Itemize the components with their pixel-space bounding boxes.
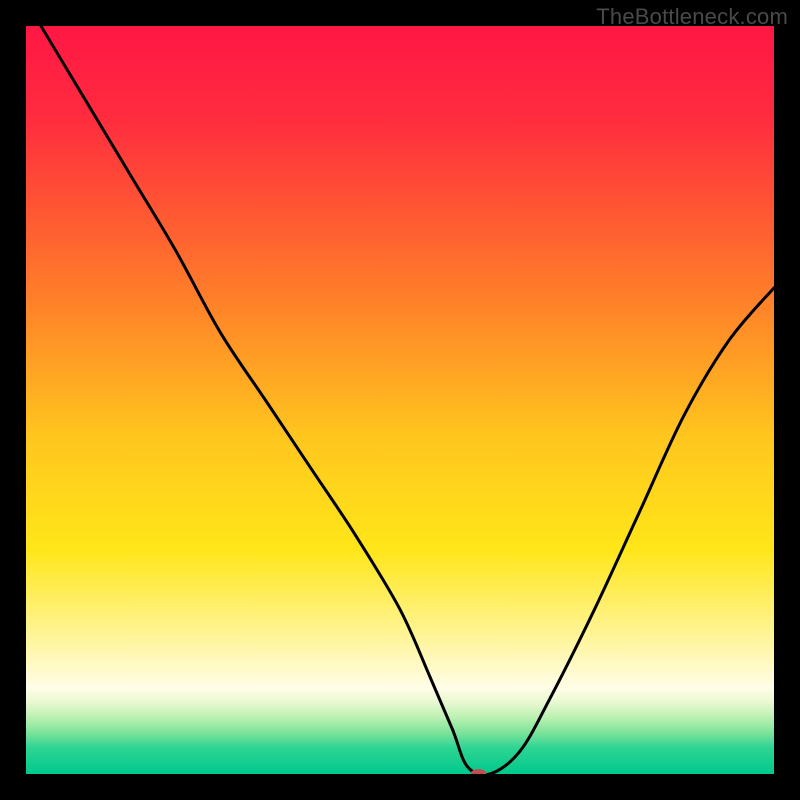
chart-frame: TheBottleneck.com	[0, 0, 800, 800]
plot-area	[26, 26, 774, 774]
gradient-background	[26, 26, 774, 774]
bottleneck-chart	[26, 26, 774, 774]
watermark-label: TheBottleneck.com	[596, 4, 788, 30]
